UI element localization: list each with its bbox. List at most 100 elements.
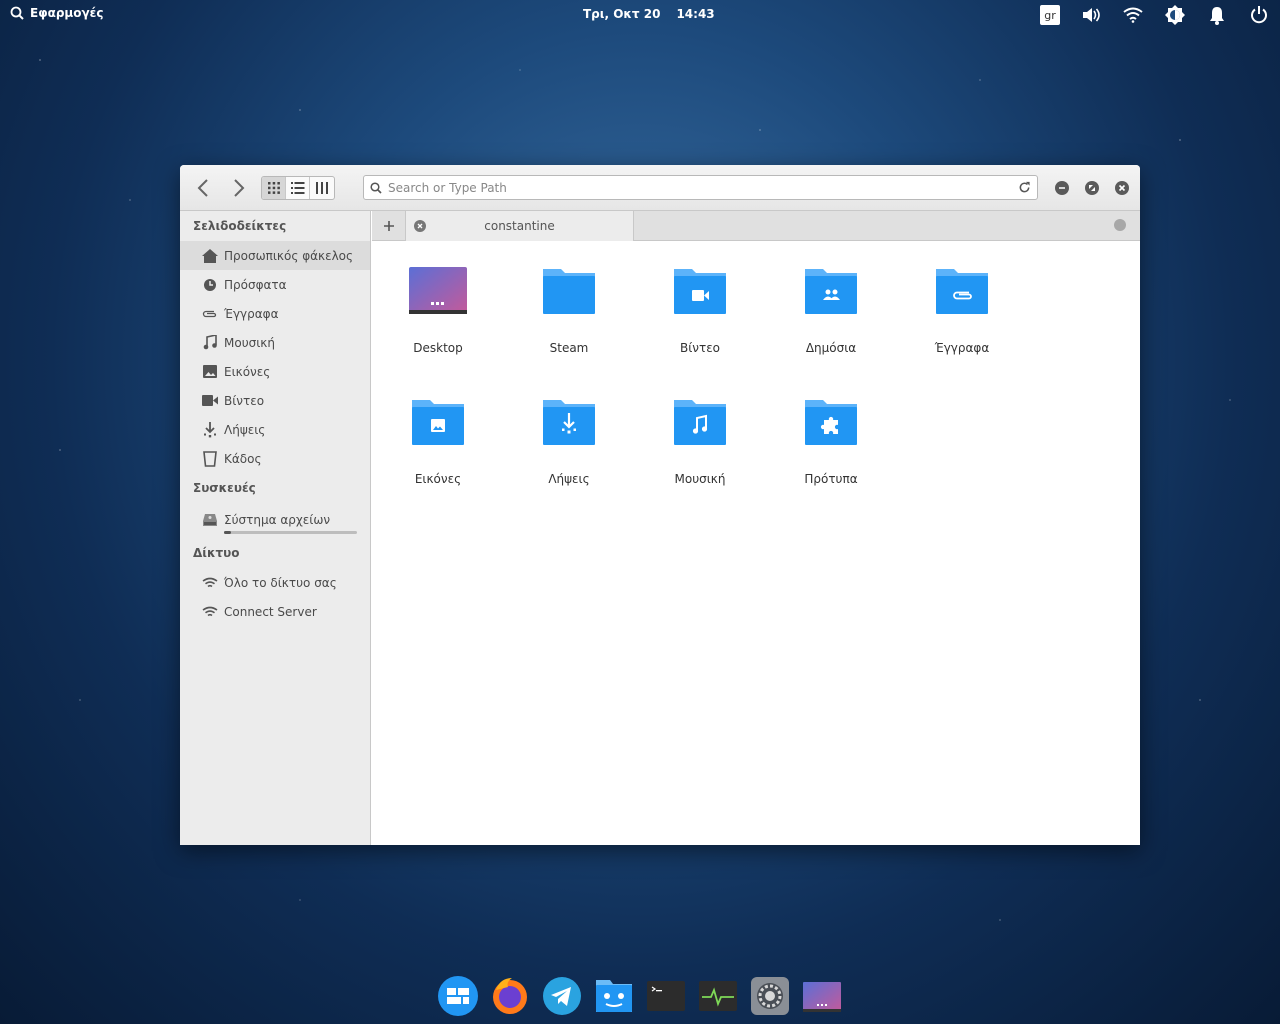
disk-usage-bar (224, 531, 357, 534)
file-label: Λήψεις (548, 472, 590, 486)
sidebar-item-label: Έγγραφα (224, 306, 279, 321)
sidebar-item-label: Πρόσφατα (224, 277, 287, 292)
home-icon (202, 248, 218, 264)
download-icon (202, 421, 218, 438)
grid-icon (267, 182, 280, 194)
closed-tabs-history-icon[interactable] (1114, 219, 1126, 231)
plus-icon (383, 220, 394, 231)
file-manager-window: Σελιδοδείκτες Προσωπικός φάκελος Πρόσφατ… (180, 165, 1140, 845)
settings-icon[interactable] (750, 976, 790, 1016)
file-item-downloads[interactable]: Λήψεις (514, 397, 624, 486)
column-view-button[interactable] (310, 177, 334, 199)
desktop-folder-icon (408, 266, 468, 316)
file-item-steam[interactable]: Steam (514, 266, 624, 355)
sidebar-item-label: Εικόνες (224, 364, 271, 379)
file-label: Desktop (413, 341, 463, 355)
video-icon (202, 393, 218, 409)
telegram-icon[interactable] (542, 976, 582, 1016)
search-icon (10, 6, 24, 20)
minimize-icon (1059, 187, 1065, 189)
video-folder-icon (670, 266, 730, 316)
file-item-public[interactable]: Δημόσια (776, 266, 886, 355)
file-item-documents[interactable]: Έγγραφα (907, 266, 1017, 355)
music-folder-icon (670, 397, 730, 447)
sidebar-item-connect-server[interactable]: Connect Server (180, 597, 370, 626)
public-folder-icon (801, 266, 861, 316)
file-label: Έγγραφα (934, 341, 990, 355)
chevron-right-icon (234, 179, 245, 197)
applications-menu-button[interactable]: Εφαρμογές (10, 6, 103, 20)
tab-constantine[interactable]: constantine (406, 211, 634, 241)
trash-icon (202, 450, 218, 467)
maximize-icon (1089, 185, 1095, 191)
wifi-icon[interactable] (1122, 4, 1144, 26)
drive-icon (202, 512, 218, 528)
devices-section-title: Συσκευές (193, 481, 256, 495)
sidebar-item-home[interactable]: Προσωπικός φάκελος (180, 241, 370, 270)
datetime-indicator[interactable]: Τρι, Οκτ 20 14:43 (583, 7, 715, 21)
chevron-left-icon (197, 179, 208, 197)
sidebar-item-label: Όλο το δίκτυο σας (224, 575, 337, 590)
sidebar-item-trash[interactable]: Κάδος (180, 444, 370, 473)
reload-icon[interactable] (1018, 181, 1031, 194)
keyboard-layout-indicator[interactable]: gr (1040, 5, 1060, 25)
system-tray: gr (1040, 4, 1270, 26)
sidebar-item-entire-network[interactable]: Όλο το δίκτυο σας (180, 568, 370, 597)
sidebar-item-label: Βίντεο (224, 393, 265, 408)
search-input[interactable] (388, 180, 1018, 195)
sidebar-item-label: Μουσική (224, 335, 275, 350)
wifi-icon (202, 575, 218, 591)
back-button[interactable] (192, 177, 214, 199)
paperclip-icon (202, 306, 218, 322)
file-label: Steam (549, 341, 589, 355)
new-tab-button[interactable] (372, 211, 406, 240)
sidebar-item-label: Προσωπικός φάκελος (224, 248, 354, 263)
files-icon[interactable] (594, 976, 634, 1016)
maximize-button[interactable] (1085, 181, 1099, 195)
time-label: 14:43 (676, 7, 715, 21)
minimize-button[interactable] (1055, 181, 1069, 195)
volume-icon[interactable] (1080, 4, 1102, 26)
sidebar-item-downloads[interactable]: Λήψεις (180, 415, 370, 444)
file-label: Βίντεο (679, 341, 721, 355)
file-label: Εικόνες (414, 472, 462, 486)
columns-icon (316, 182, 328, 194)
close-icon (1118, 184, 1126, 192)
system-monitor-icon[interactable] (698, 976, 738, 1016)
close-window-button[interactable] (1115, 181, 1129, 195)
sidebar-item-videos[interactable]: Βίντεο (180, 386, 370, 415)
bookmarks-section-title: Σελιδοδείκτες (193, 219, 287, 233)
close-tab-icon[interactable] (414, 220, 426, 232)
show-desktop-icon[interactable] (802, 976, 842, 1016)
forward-button[interactable] (228, 177, 250, 199)
image-icon (202, 364, 218, 380)
notifications-bell-icon[interactable] (1206, 4, 1228, 26)
brightness-icon[interactable] (1164, 4, 1186, 26)
file-item-pictures[interactable]: Εικόνες (383, 397, 493, 486)
sidebar-item-recent[interactable]: Πρόσφατα (180, 270, 370, 299)
applications-label: Εφαρμογές (30, 6, 104, 20)
firefox-icon[interactable] (490, 976, 530, 1016)
templates-folder-icon (801, 397, 861, 447)
file-label: Δημόσια (805, 341, 857, 355)
file-label: Μουσική (674, 472, 726, 486)
sidebar-item-documents[interactable]: Έγγραφα (180, 299, 370, 328)
disk-usage-fill (224, 531, 231, 534)
grid-view-button[interactable] (262, 177, 286, 199)
file-item-videos[interactable]: Βίντεο (645, 266, 755, 355)
sidebar-item-music[interactable]: Μουσική (180, 328, 370, 357)
sidebar-item-pictures[interactable]: Εικόνες (180, 357, 370, 386)
terminal-icon[interactable] (646, 976, 686, 1016)
power-icon[interactable] (1248, 4, 1270, 26)
sidebar-item-label: Σύστημα αρχείων (224, 512, 331, 527)
network-section-title: Δίκτυο (193, 546, 240, 560)
downloads-folder-icon (539, 397, 599, 447)
file-item-music[interactable]: Μουσική (645, 397, 755, 486)
list-view-button[interactable] (286, 177, 310, 199)
file-item-desktop[interactable]: Desktop (383, 266, 493, 355)
sidebar-item-label: Connect Server (224, 604, 317, 619)
documents-folder-icon (932, 266, 992, 316)
path-search-bar (363, 175, 1038, 200)
multitasking-view-icon[interactable] (438, 976, 478, 1016)
file-item-templates[interactable]: Πρότυπα (776, 397, 886, 486)
